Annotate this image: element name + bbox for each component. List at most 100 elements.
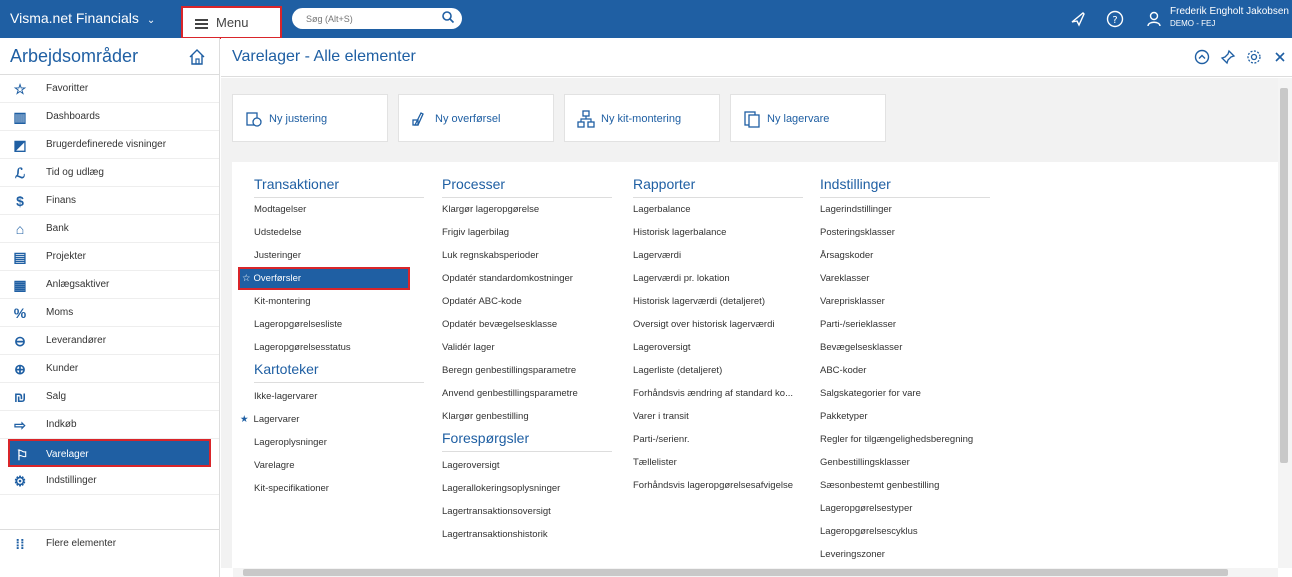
link-regler-tilgaengelighedsberegning[interactable]: Regler for tilgængelighedsberegning <box>820 428 990 451</box>
link-historisk-lagervaerdi-detaljeret[interactable]: Historisk lagerværdi (detaljeret) <box>633 290 803 313</box>
link-lageropgoerelsescyklus[interactable]: Lageropgørelsescyklus <box>820 520 990 543</box>
inventory-icon: ⚐ <box>15 447 29 463</box>
link-lageroplysninger[interactable]: Lageroplysninger <box>254 431 424 454</box>
sidebar-item-brugerdefinerede-visninger[interactable]: ◩ Brugerdefinerede visninger <box>0 131 219 159</box>
sidebar-item-leverandoerer[interactable]: ⊖ Leverandører <box>0 327 219 355</box>
sidebar-item-flere-elementer[interactable]: ⁞⁞ Flere elementer <box>0 529 219 557</box>
close-icon[interactable] <box>1272 49 1288 65</box>
help-icon[interactable]: ? <box>1106 10 1124 28</box>
favorite-star-icon[interactable]: ☆ <box>242 273 251 284</box>
link-lageropgoerelsestyper[interactable]: Lageropgørelsestyper <box>820 497 990 520</box>
home-icon[interactable] <box>188 48 206 66</box>
link-lagervaerdi-pr-lokation[interactable]: Lagerværdi pr. lokation <box>633 267 803 290</box>
favorite-star-filled-icon[interactable]: ★ <box>240 414 249 425</box>
link-salgskategorier-for-vare[interactable]: Salgskategorier for vare <box>820 382 990 405</box>
new-kit-assembly-button[interactable]: Ny kit-montering <box>564 94 720 142</box>
sidebar-item-indstillinger[interactable]: ⚙ Indstillinger <box>0 467 219 495</box>
link-pakketyper[interactable]: Pakketyper <box>820 405 990 428</box>
assets-icon: ▦ <box>13 277 27 293</box>
link-luk-regnskabsperioder[interactable]: Luk regnskabsperioder <box>442 244 612 267</box>
user-menu[interactable]: Frederik Engholt Jakobsen DEMO - FEJ <box>1170 6 1289 30</box>
adjustment-icon <box>246 112 262 127</box>
link-genbestillingsklasser[interactable]: Genbestillingsklasser <box>820 451 990 474</box>
company-selector[interactable]: Visma.net Financials ⌄ <box>10 10 155 26</box>
sidebar-item-projekter[interactable]: ▤ Projekter <box>0 243 219 271</box>
user-icon[interactable] <box>1145 10 1163 28</box>
link-overfoersler[interactable]: ☆ Overførsler <box>238 267 410 290</box>
search-icon[interactable] <box>441 10 455 24</box>
link-lagerbalance[interactable]: Lagerbalance <box>633 198 803 221</box>
link-valider-lager[interactable]: Validér lager <box>442 336 612 359</box>
link-frigiv-lagerbilag[interactable]: Frigiv lagerbilag <box>442 221 612 244</box>
sidebar-item-favoritter[interactable]: ☆ Favoritter <box>0 75 219 103</box>
link-lagertransaktionsoversigt[interactable]: Lagertransaktionsoversigt <box>442 500 612 523</box>
section-title-processer: Processer <box>442 176 612 198</box>
link-oversigt-historisk-lagervaerdi[interactable]: Oversigt over historisk lagerværdi <box>633 313 803 336</box>
link-lagerindstillinger[interactable]: Lagerindstillinger <box>820 198 990 221</box>
scrollbar-thumb[interactable] <box>1280 88 1288 463</box>
link-opdater-standardomkostninger[interactable]: Opdatér standardomkostninger <box>442 267 612 290</box>
link-parti-serienr[interactable]: Parti-/serienr. <box>633 428 803 451</box>
link-varer-i-transit[interactable]: Varer i transit <box>633 405 803 428</box>
sidebar-item-kunder[interactable]: ⊕ Kunder <box>0 355 219 383</box>
link-vareklasser[interactable]: Vareklasser <box>820 267 990 290</box>
sidebar-item-tid-og-udlaeg[interactable]: ℒ Tid og udlæg <box>0 159 219 187</box>
link-lagerliste-detaljeret[interactable]: Lagerliste (detaljeret) <box>633 359 803 382</box>
link-posteringsklasser[interactable]: Posteringsklasser <box>820 221 990 244</box>
link-kit-montering[interactable]: Kit-montering <box>254 290 424 313</box>
link-forhaandsvis-lageropgoerelsesafvigelse[interactable]: Forhåndsvis lageropgørelsesafvigelse <box>633 474 803 497</box>
link-parti-serieklasser[interactable]: Parti-/serieklasser <box>820 313 990 336</box>
collapse-up-icon[interactable] <box>1194 49 1210 65</box>
link-anvend-genbestillingsparametre[interactable]: Anvend genbestillingsparametre <box>442 382 612 405</box>
link-klargoer-genbestilling[interactable]: Klargør genbestilling <box>442 405 612 428</box>
horizontal-scrollbar[interactable] <box>233 568 1278 577</box>
link-justeringer[interactable]: Justeringer <box>254 244 424 267</box>
link-abc-koder[interactable]: ABC-koder <box>820 359 990 382</box>
link-kit-specifikationer[interactable]: Kit-specifikationer <box>254 477 424 500</box>
link-ikke-lagervarer[interactable]: Ikke-lagervarer <box>254 385 424 408</box>
link-beregn-genbestillingsparametre[interactable]: Beregn genbestillingsparametre <box>442 359 612 382</box>
link-taellelister[interactable]: Tællelister <box>633 451 803 474</box>
link-aarsagskoder[interactable]: Årsagskoder <box>820 244 990 267</box>
link-lagervaerdi[interactable]: Lagerværdi <box>633 244 803 267</box>
link-klargoer-lageropgoerelse[interactable]: Klargør lageropgørelse <box>442 198 612 221</box>
sidebar-item-salg[interactable]: ₪ Salg <box>0 383 219 411</box>
link-forhaandsvis-aendring-standard[interactable]: Forhåndsvis ændring af standard ko... <box>633 382 803 405</box>
sidebar-item-bank[interactable]: ⌂ Bank <box>0 215 219 243</box>
link-bevaegelsesklasser[interactable]: Bevægelsesklasser <box>820 336 990 359</box>
megaphone-icon[interactable] <box>1069 10 1087 28</box>
link-lageropgoerelsesliste[interactable]: Lageropgørelsesliste <box>254 313 424 336</box>
link-modtagelser[interactable]: Modtagelser <box>254 198 424 221</box>
menu-button[interactable]: Menu <box>181 6 282 39</box>
link-historisk-lagerbalance[interactable]: Historisk lagerbalance <box>633 221 803 244</box>
scrollbar-thumb[interactable] <box>243 569 1228 576</box>
column-rapporter: Rapporter Lagerbalance Historisk lagerba… <box>633 176 803 497</box>
sidebar-item-dashboards[interactable]: ▥ Dashboards <box>0 103 219 131</box>
link-vareprisklasser[interactable]: Vareprisklasser <box>820 290 990 313</box>
search-input[interactable] <box>292 8 462 29</box>
sidebar-item-varelager[interactable]: ⚐ Varelager <box>8 439 211 467</box>
link-lageropgoerelsesstatus[interactable]: Lageropgørelsesstatus <box>254 336 424 359</box>
link-lagerallokeringsoplysninger[interactable]: Lagerallokeringsoplysninger <box>442 477 612 500</box>
link-saesonbestemt-genbestilling[interactable]: Sæsonbestemt genbestilling <box>820 474 990 497</box>
link-opdater-bevaegelsesklasse[interactable]: Opdatér bevægelsesklasse <box>442 313 612 336</box>
new-transfer-button[interactable]: Ny overførsel <box>398 94 554 142</box>
vertical-scrollbar[interactable] <box>1278 78 1292 568</box>
link-udstedelse[interactable]: Udstedelse <box>254 221 424 244</box>
sidebar-item-indkoeb[interactable]: ⇨ Indkøb <box>0 411 219 439</box>
link-leveringszoner[interactable]: Leveringszoner <box>820 543 990 566</box>
link-opdater-abc-kode[interactable]: Opdatér ABC-kode <box>442 290 612 313</box>
link-lagertransaktionshistorik[interactable]: Lagertransaktionshistorik <box>442 523 612 546</box>
column-transaktioner: Transaktioner Modtagelser Udstedelse Jus… <box>238 176 424 500</box>
link-lageroversigt[interactable]: Lageroversigt <box>442 454 612 477</box>
sidebar-item-finans[interactable]: $ Finans <box>0 187 219 215</box>
gear-icon[interactable] <box>1246 49 1262 65</box>
link-lageroversigt-rapport[interactable]: Lageroversigt <box>633 336 803 359</box>
link-varelagre[interactable]: Varelagre <box>254 454 424 477</box>
sidebar-item-anlaegsaktiver[interactable]: ▦ Anlægsaktiver <box>0 271 219 299</box>
new-stock-item-button[interactable]: Ny lagervare <box>730 94 886 142</box>
sidebar-item-moms[interactable]: % Moms <box>0 299 219 327</box>
new-adjustment-button[interactable]: Ny justering <box>232 94 388 142</box>
pin-icon[interactable] <box>1220 49 1236 65</box>
link-lagervarer[interactable]: ★ Lagervarer <box>240 408 424 431</box>
